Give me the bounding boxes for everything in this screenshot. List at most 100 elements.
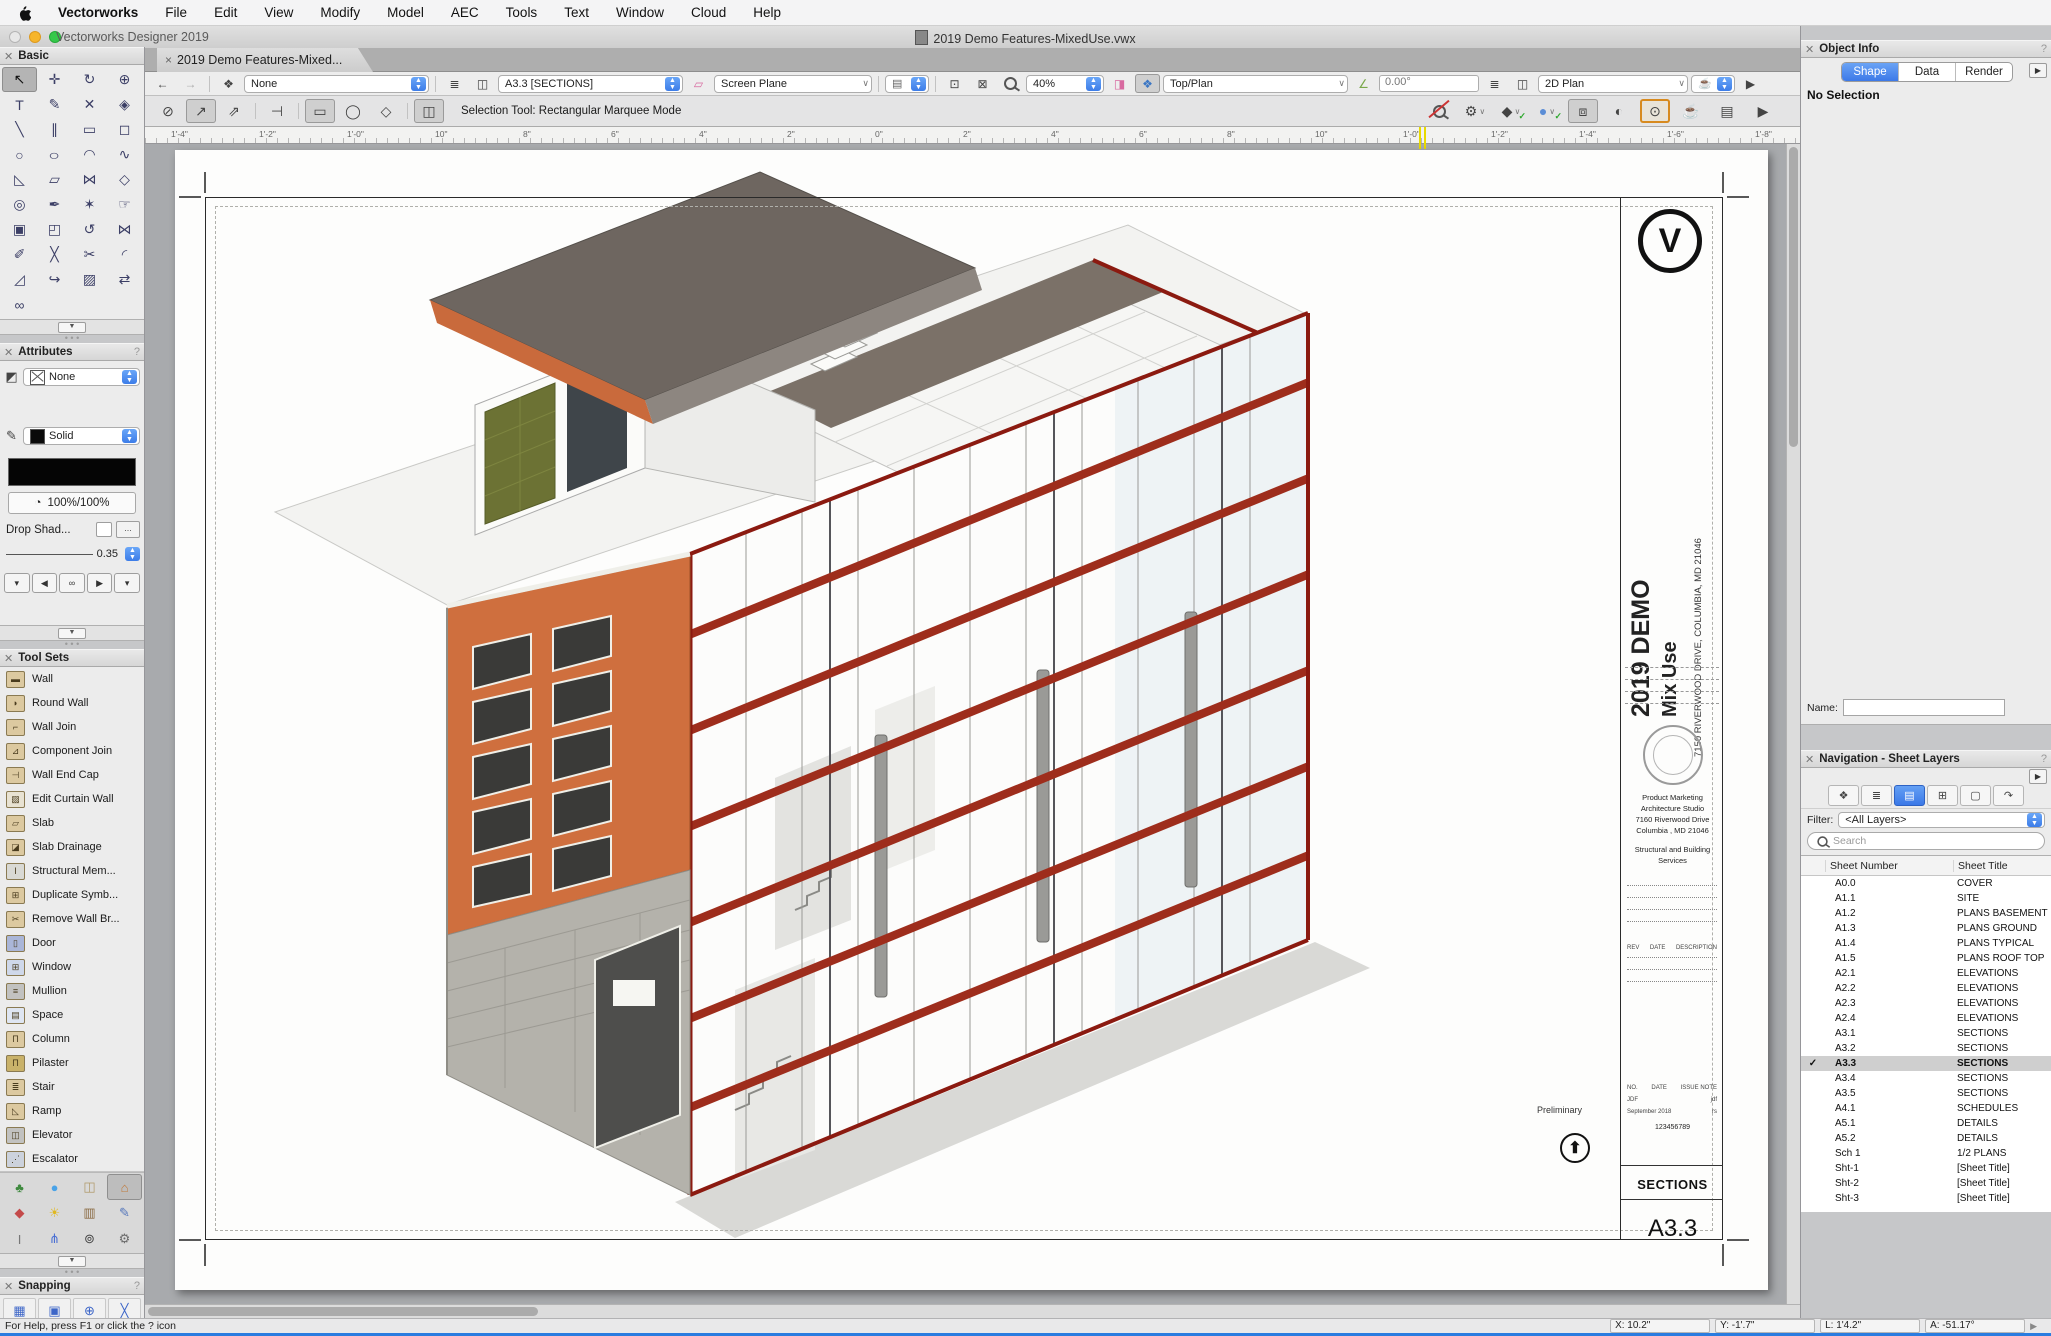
stepper-icon[interactable]: ▲ ▼	[125, 547, 140, 561]
snapping-settings-dropdown-icon[interactable]: ⚙ ∨	[1460, 99, 1490, 123]
flyover-icon[interactable]: ❖	[1135, 74, 1160, 93]
contrast-display-toggle-icon[interactable]: ◐	[1604, 99, 1634, 123]
menu-modify[interactable]: Modify	[320, 5, 360, 20]
horizontal-scrollbar[interactable]	[145, 1304, 1800, 1318]
palette-flyout-button[interactable]: ▶	[2029, 769, 2047, 784]
tool-stair[interactable]: ≣ Stair	[0, 1075, 144, 1099]
sheet-row-a1-4[interactable]: A1.4 PLANS TYPICAL	[1801, 936, 2051, 951]
active-plane-icon[interactable]: ▱	[686, 74, 711, 93]
building-shell-toolset-icon[interactable]: ⌂	[107, 1174, 142, 1200]
document-tab[interactable]: × 2019 Demo Features-Mixed...	[157, 48, 373, 72]
palette-drag-dots[interactable]: • • •	[0, 640, 144, 649]
gears-toolset-icon[interactable]: ⚙	[107, 1226, 142, 1252]
tool-wall[interactable]: ▬ Wall	[0, 667, 144, 691]
layer-options-icon[interactable]: ◫	[470, 74, 495, 93]
snap-loupe-icon[interactable]	[1424, 99, 1454, 123]
help-icon[interactable]: ?	[2041, 43, 2047, 55]
viewbar-overflow-button[interactable]: ▶	[1738, 74, 1763, 93]
stepper-icon[interactable]: ▲ ▼	[411, 76, 426, 91]
opacity-button[interactable]: ◔ 100%/100%	[8, 492, 136, 514]
attr-prev-class-menu[interactable]: ▾	[4, 573, 30, 593]
chamfer-tool-icon[interactable]: ◿	[2, 267, 37, 292]
disable-interactive-scaling-mode-icon[interactable]: ⊘	[153, 99, 183, 123]
palette-flyout-button[interactable]: ▶	[2029, 63, 2047, 78]
help-icon[interactable]: ?	[2041, 753, 2047, 765]
structural-toolset-icon[interactable]: I	[2, 1226, 37, 1252]
tool-column[interactable]: Π Column	[0, 1027, 144, 1051]
reshape-tool-icon[interactable]: ▣	[2, 217, 37, 242]
rectangular-marquee-mode-icon[interactable]: ▭	[305, 99, 335, 123]
drawing-canvas[interactable]: 1'-4" 1'-2" 1'-0" 10" 8" 6" 4" 2" 0" 2" 4" 6" 8" 10" 1…	[145, 127, 1800, 1318]
column-sheet-number[interactable]: Sheet Number	[1825, 859, 1953, 872]
sheet-row-a3-1[interactable]: A3.1 SECTIONS	[1801, 1026, 2051, 1041]
palette-drag-dots[interactable]: • • •	[0, 334, 144, 343]
text-tool-icon[interactable]: T	[2, 92, 37, 117]
rotate-plan-icon[interactable]: ∠	[1351, 74, 1376, 93]
sheet-row-sht-2[interactable]: Sht-2 [Sheet Title]	[1801, 1176, 2051, 1191]
fill-style-dropdown[interactable]: None ▲ ▼	[23, 368, 140, 386]
modebar-overflow-button[interactable]: ▶	[1748, 99, 1778, 123]
sheet-row-a2-2[interactable]: A2.2 ELEVATIONS	[1801, 981, 2051, 996]
eraser-tool-icon[interactable]: ▨	[72, 267, 107, 292]
deform-tool-icon[interactable]: ◰	[37, 217, 72, 242]
stepper-icon[interactable]: ▲ ▼	[1086, 76, 1101, 91]
layers-stack-icon[interactable]: ≣	[442, 74, 467, 93]
wall-resize-mode-icon[interactable]: ⊣	[262, 99, 292, 123]
callout-tool-icon[interactable]: ✎	[37, 92, 72, 117]
rotate-tool-icon[interactable]: ↺	[72, 217, 107, 242]
tool-ramp[interactable]: ◺ Ramp	[0, 1099, 144, 1123]
sheet-row-a1-5[interactable]: A1.5 PLANS ROOF TOP	[1801, 951, 2051, 966]
menu-vectorworks[interactable]: Vectorworks	[58, 5, 138, 20]
menu-edit[interactable]: Edit	[214, 5, 237, 20]
viewports-tab-icon[interactable]: ⊞	[1927, 784, 1958, 806]
collapse-button[interactable]: ▼	[58, 321, 86, 333]
tool-wall-end-cap[interactable]: ⊣ Wall End Cap	[0, 763, 144, 787]
intersect-tool-icon[interactable]: ╳	[37, 242, 72, 267]
menu-view[interactable]: View	[264, 5, 293, 20]
sheet-row-a4-1[interactable]: A4.1 SCHEDULES	[1801, 1101, 2051, 1116]
pen-style-dropdown[interactable]: Solid ▲ ▼	[23, 427, 140, 445]
resize-tool-icon[interactable]: ⇄	[107, 267, 142, 292]
attr-next-button[interactable]: ▶	[86, 573, 113, 593]
water-toolset-icon[interactable]: ●	[37, 1174, 72, 1200]
vertical-scrollbar[interactable]	[1786, 144, 1800, 1304]
sheet-row-a1-3[interactable]: A1.3 PLANS GROUND	[1801, 921, 2051, 936]
references-tab-icon[interactable]: ↷	[1993, 784, 2024, 806]
sheet-row-a3-2[interactable]: A3.2 SECTIONS	[1801, 1041, 2051, 1056]
show-other-objects-toggle-icon[interactable]: ⊙	[1640, 99, 1670, 123]
menu-window[interactable]: Window	[616, 5, 664, 20]
close-palette-icon[interactable]: ✕	[4, 346, 13, 359]
line-tool-icon[interactable]: ╲	[2, 117, 37, 142]
sheet-row-a3-3[interactable]: ✓ A3.3 SECTIONS	[1801, 1056, 2051, 1071]
select-similar-tool-icon[interactable]: ☞	[107, 192, 142, 217]
saved-views-tab-icon[interactable]: ❖	[1828, 784, 1859, 806]
tool-door[interactable]: ▯ Door	[0, 931, 144, 955]
polygon-tool-icon[interactable]: ▱	[37, 167, 72, 192]
display-mode-dropdown[interactable]: 2D Plan ∨	[1538, 74, 1688, 93]
sheet-row-a3-4[interactable]: A3.4 SECTIONS	[1801, 1071, 2051, 1086]
close-palette-icon[interactable]: ✕	[4, 1280, 13, 1293]
close-palette-icon[interactable]: ✕	[1805, 753, 1814, 766]
menu-cloud[interactable]: Cloud	[691, 5, 726, 20]
render-mode-dropdown[interactable]: ☕ ▲ ▼	[1691, 74, 1735, 93]
rounded-rectangle-tool-icon[interactable]: ◻	[107, 117, 142, 142]
classes-tab-icon[interactable]: ▢	[1960, 784, 1991, 806]
pan-tool-icon[interactable]: ✛	[37, 67, 72, 92]
auto-join-walls-toggle-icon[interactable]: ⧈	[1568, 99, 1598, 123]
tool-round-wall[interactable]: ◗ Round Wall	[0, 691, 144, 715]
collapse-button[interactable]: ▼	[58, 627, 86, 639]
attr-link-button[interactable]: ∞	[59, 573, 85, 593]
polygon-marquee-mode-icon[interactable]: ◇	[371, 99, 401, 123]
circle-tool-icon[interactable]: ○	[2, 142, 37, 167]
unified-view-icon[interactable]: ≣	[1482, 74, 1507, 93]
column-sheet-title[interactable]: Sheet Title	[1953, 859, 2051, 872]
double-line-tool-icon[interactable]: ∥	[37, 117, 72, 142]
arc-tool-icon[interactable]: ◠	[72, 142, 107, 167]
line-style-preview[interactable]	[8, 458, 136, 486]
3d-modeling-toolset-icon[interactable]: ◆	[2, 1200, 37, 1226]
eyedropper-tool-icon[interactable]: ✒	[37, 192, 72, 217]
flyover-tool-icon[interactable]: ↻	[72, 67, 107, 92]
piping-toolset-icon[interactable]: ⋔	[37, 1226, 72, 1252]
drop-shadow-settings-button[interactable]: ...	[116, 521, 140, 538]
tool-duplicate-symb-[interactable]: ⊞ Duplicate Symb...	[0, 883, 144, 907]
